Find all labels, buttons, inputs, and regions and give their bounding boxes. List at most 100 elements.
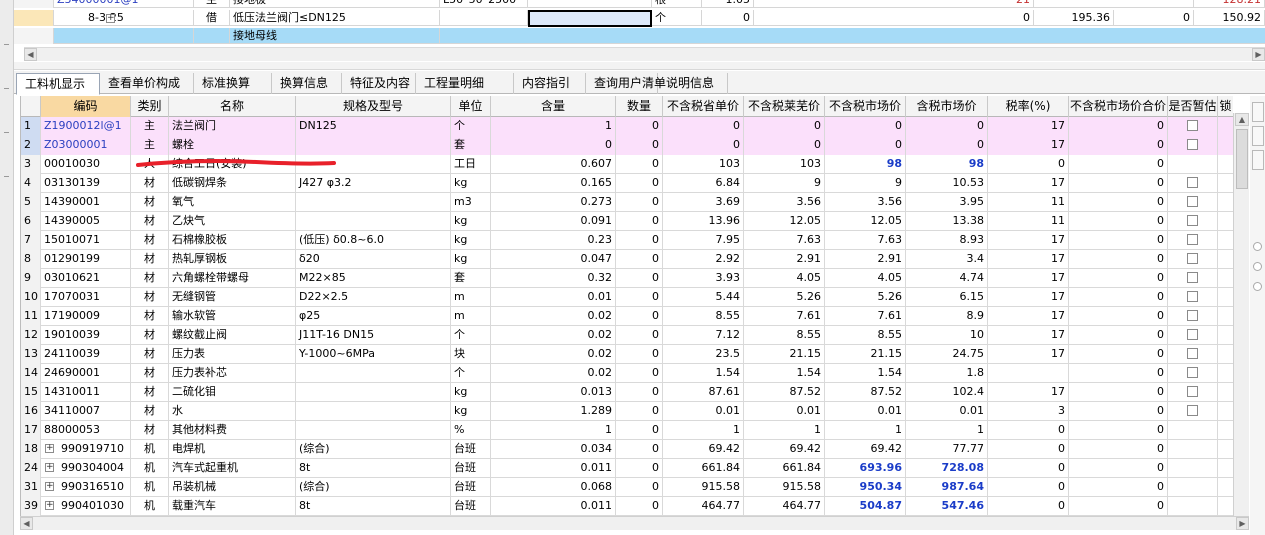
tab-item-2[interactable]: 标准换算 [194,73,272,94]
tax-rate-cell[interactable]: 17 [988,250,1069,269]
spec-cell[interactable] [296,402,451,421]
category-cell[interactable]: 材 [131,307,169,326]
unit-cell[interactable]: 块 [451,345,491,364]
upper-row[interactable]: 接地母线 [14,28,1265,44]
code-cell[interactable]: 03010621 [41,269,131,288]
code-cell[interactable]: 14390005 [41,212,131,231]
province-price-cell[interactable]: 3.69 [663,193,744,212]
resource-row[interactable]: 18 +990919710 机电焊机 (综合) 台班 0.034 0 69.42 69.42 69… [21,440,1233,459]
unit-cell[interactable]: 台班 [451,478,491,497]
laiwu-price-cell[interactable]: 69.42 [744,440,825,459]
province-price-cell[interactable]: 915.58 [663,478,744,497]
market-price-cell[interactable]: 1.54 [825,364,906,383]
laiwu-price-cell[interactable]: 1 [744,421,825,440]
incl-tax-price-cell[interactable]: 4.74 [906,269,988,288]
checkbox-icon[interactable] [1187,195,1198,207]
resource-row[interactable]: 1 Z1900012l@1 主法兰阀门 DN125 个 1 0 0 0 0 0 17 0 [21,117,1233,136]
laiwu-price-cell[interactable]: 915.58 [744,478,825,497]
laiwu-price-cell[interactable]: 87.52 [744,383,825,402]
category-cell[interactable]: 材 [131,193,169,212]
category-cell[interactable]: 材 [131,288,169,307]
incl-tax-price-cell[interactable]: 102.4 [906,383,988,402]
row-number[interactable]: 13 [21,345,41,364]
tab-item-5[interactable]: 工程量明细 [416,73,514,94]
resource-row[interactable]: 16 34110007 材水 kg 1.289 0 0.01 0.01 0.01 0.01 3 0 [21,402,1233,421]
market-total-cell[interactable]: 0 [1069,345,1168,364]
tax-rate-cell[interactable]: 17 [988,136,1069,155]
tab-item-7[interactable]: 查询用户清单 [586,73,666,94]
category-cell[interactable]: 材 [131,269,169,288]
code-cell[interactable]: +990304004 [41,459,131,478]
resource-row[interactable]: 15 14310011 材二硫化钼 kg 0.013 0 87.61 87.52 87.52 10… [21,383,1233,402]
province-price-cell[interactable]: 1 [663,421,744,440]
quantity-cell[interactable]: 0 [616,136,663,155]
market-price-cell[interactable]: 87.52 [825,383,906,402]
category-cell[interactable]: 材 [131,174,169,193]
market-price-cell[interactable]: 9 [825,174,906,193]
province-price-cell[interactable]: 3.93 [663,269,744,288]
incl-tax-price-cell[interactable]: 987.64 [906,478,988,497]
market-total-cell[interactable]: 0 [1069,193,1168,212]
incl-tax-price-cell[interactable]: 1 [906,421,988,440]
tax-rate-cell[interactable]: 0 [988,421,1069,440]
checkbox-icon[interactable] [1187,138,1198,150]
unit-cell[interactable]: kg [451,383,491,402]
spec-cell[interactable]: (综合) [296,440,451,459]
tax-rate-cell[interactable]: 17 [988,307,1069,326]
row-number[interactable]: 5 [21,193,41,212]
code-cell[interactable]: 15010071 [41,231,131,250]
spec-cell[interactable] [296,383,451,402]
lock-cell[interactable] [1218,155,1233,174]
category-cell[interactable]: 材 [131,421,169,440]
lock-cell[interactable] [1218,497,1233,516]
market-total-cell[interactable]: 0 [1069,174,1168,193]
tax-rate-cell[interactable]: 0 [988,440,1069,459]
laiwu-price-cell[interactable]: 0.01 [744,402,825,421]
active-edit-cell[interactable] [528,10,652,27]
category-cell[interactable]: 机 [131,478,169,497]
tax-rate-cell[interactable]: 0 [988,155,1069,174]
quantity-cell[interactable]: 0 [616,497,663,516]
laiwu-price-cell[interactable]: 4.05 [744,269,825,288]
lock-cell[interactable] [1218,288,1233,307]
row-number[interactable]: 8 [21,250,41,269]
market-total-cell[interactable]: 0 [1069,497,1168,516]
side-button[interactable] [1252,126,1264,146]
market-price-cell[interactable]: 7.63 [825,231,906,250]
category-cell[interactable]: 材 [131,231,169,250]
tab-resource-display[interactable]: 工料机显示 [16,73,100,95]
scroll-right-arrow-icon[interactable]: ▶ [1252,48,1265,61]
quantity-cell[interactable]: 0 [616,326,663,345]
resource-row[interactable]: 5 14390001 材氧气 m3 0.273 0 3.69 3.56 3.56 3.95 11 0 [21,193,1233,212]
spec-cell[interactable]: D22×2.5 [296,288,451,307]
market-total-cell[interactable]: 0 [1069,383,1168,402]
code-cell[interactable]: Z03000001 [41,136,131,155]
market-price-cell[interactable]: 12.05 [825,212,906,231]
lock-cell[interactable] [1218,478,1233,497]
market-total-cell[interactable]: 0 [1069,326,1168,345]
content-cell[interactable]: 0.02 [491,345,616,364]
province-price-cell[interactable]: 464.77 [663,497,744,516]
spec-cell[interactable] [296,212,451,231]
resource-row[interactable]: 14 24690001 材压力表补芯个 0.02 0 1.54 1.54 1.54 1.8 0 [21,364,1233,383]
grid-horizontal-scrollbar[interactable]: ◀ ▶ [20,516,1249,530]
unit-cell[interactable]: m3 [451,193,491,212]
lock-cell[interactable] [1218,421,1233,440]
laiwu-price-cell[interactable]: 7.61 [744,307,825,326]
resource-row[interactable]: 8 01290199 材热轧厚钢板 δ20 kg 0.047 0 2.92 2.91 2.91 3.… [21,250,1233,269]
name-cell[interactable]: 二硫化钼 [169,383,296,402]
name-cell[interactable]: 压力表补芯 [169,364,296,383]
category-cell[interactable]: 材 [131,212,169,231]
checkbox-icon[interactable] [1187,271,1198,283]
incl-tax-price-cell[interactable]: 3.4 [906,250,988,269]
province-price-cell[interactable]: 0.01 [663,402,744,421]
code-cell[interactable]: 19010039 [41,326,131,345]
row-number[interactable]: 11 [21,307,41,326]
province-price-cell[interactable]: 8.55 [663,307,744,326]
quantity-cell[interactable]: 0 [616,364,663,383]
market-total-cell[interactable]: 0 [1069,212,1168,231]
row-number[interactable]: 24 [21,459,41,478]
market-total-cell[interactable]: 0 [1069,288,1168,307]
checkbox-icon[interactable] [1187,252,1198,264]
tax-rate-cell[interactable]: 0 [988,497,1069,516]
